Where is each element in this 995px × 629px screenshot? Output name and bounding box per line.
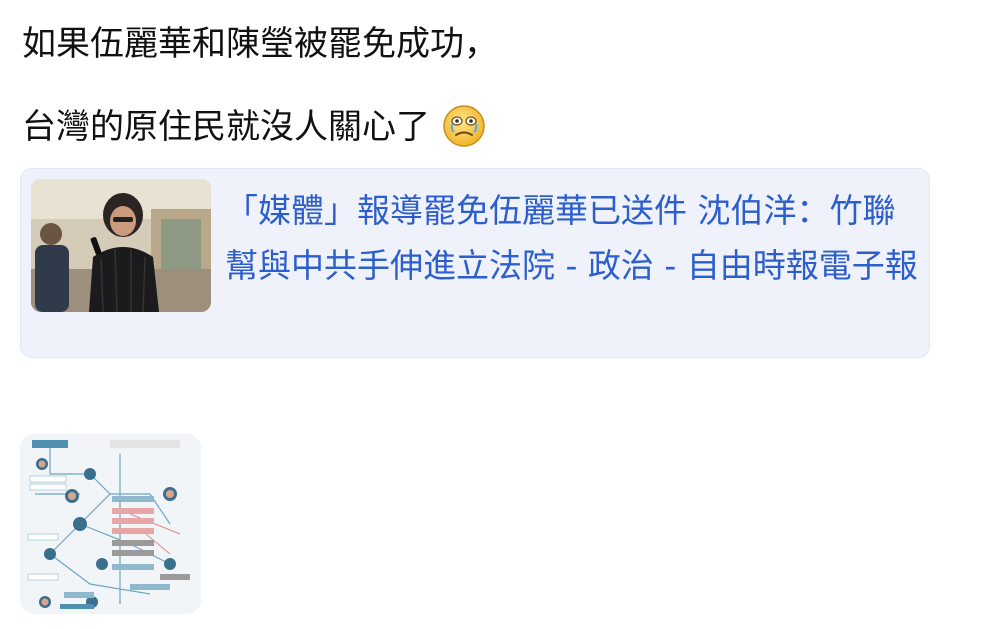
attached-image-thumbnail[interactable] xyxy=(20,434,201,614)
link-preview-card[interactable]: 「媒體」報導罷免伍麗華已送件 沈伯洋：竹聯幫與中共手伸進立法院 - 政治 - 自… xyxy=(20,168,930,358)
message-text-line-1: 如果伍麗華和陳瑩被罷免成功， xyxy=(22,24,498,64)
link-preview-title[interactable]: 「媒體」報導罷免伍麗華已送件 沈伯洋：竹聯幫與中共手伸進立法院 - 政治 - 自… xyxy=(225,183,925,293)
message-text-line-2-content: 台灣的原住民就沒人關心了 xyxy=(22,107,430,147)
chat-message-area: 如果伍麗華和陳瑩被罷免成功， 台灣的原住民就沒人關心了 「媒體」報導罷免伍麗華已… xyxy=(0,0,995,629)
link-preview-thumbnail[interactable] xyxy=(31,179,211,312)
message-text-line-2: 台灣的原住民就沒人關心了 xyxy=(22,104,486,148)
crying-face-emoji-icon xyxy=(442,104,486,148)
